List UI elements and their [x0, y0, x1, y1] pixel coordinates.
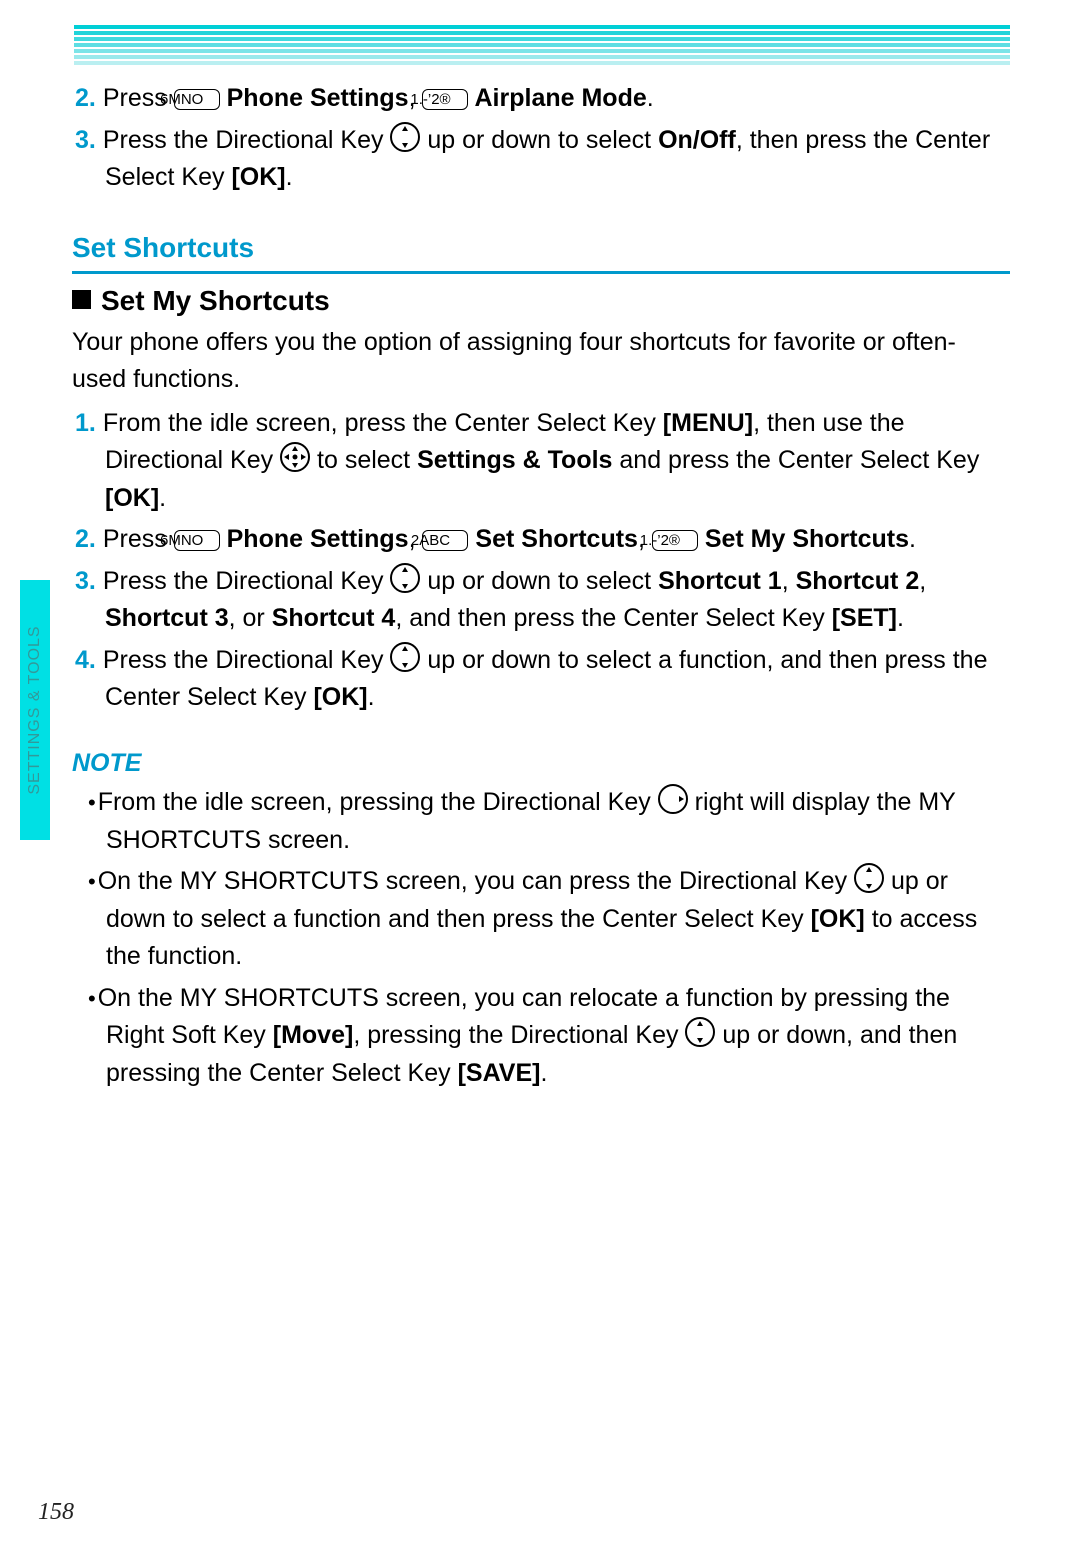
step-number: 2. [75, 525, 96, 553]
text: , [782, 567, 796, 595]
bold: [OK] [105, 484, 159, 512]
bold: [SET] [832, 604, 897, 632]
intro-paragraph: Your phone offers you the option of assi… [72, 324, 1010, 399]
dpad-updown-icon [854, 863, 884, 893]
text: and press the Center Select Key [612, 446, 979, 474]
key-1-icon: 1.-’2® [422, 89, 468, 110]
step-item: 3. Press the Directional Key up or down … [75, 122, 1010, 197]
side-tab: SETTINGS & TOOLS [20, 580, 50, 840]
key-2-icon: 2ABC [422, 530, 468, 551]
text: . [368, 683, 375, 711]
step-item: 2. Press 6MNO Phone Settings, 1.-’2® Air… [75, 80, 1010, 118]
bold: Phone Settings [220, 525, 409, 553]
dpad-updown-icon [685, 1017, 715, 1047]
text: , pressing the Directional Key [353, 1021, 685, 1049]
text: to select [310, 446, 417, 474]
key-6-icon: 6MNO [174, 89, 220, 110]
text: . [897, 604, 904, 632]
bullet-icon: • [88, 986, 96, 1011]
text: Press the Directional Key [103, 126, 391, 154]
bullet-icon: • [88, 869, 96, 894]
text: . [540, 1059, 547, 1087]
bold: On/Off [658, 126, 736, 154]
page-number: 158 [38, 1499, 74, 1526]
bold: [SAVE] [458, 1059, 541, 1087]
text: . [647, 84, 654, 112]
text: . [159, 484, 166, 512]
page-content: 2. Press 6MNO Phone Settings, 1.-’2® Air… [72, 80, 1010, 1096]
stripe [74, 55, 1010, 59]
stripe [74, 31, 1010, 35]
text: , and then press the Center Select Key [395, 604, 831, 632]
subheading-text: Set My Shortcuts [101, 285, 330, 316]
bold: Shortcut 2 [796, 567, 920, 595]
stripe [74, 61, 1010, 65]
step-number: 3. [75, 567, 96, 595]
step-item: 2. Press 6MNO Phone Settings, 2ABC Set S… [75, 521, 1010, 559]
note-item: •On the MY SHORTCUTS screen, you can rel… [80, 980, 1010, 1093]
side-tab-label: SETTINGS & TOOLS [26, 625, 44, 794]
airplane-mode-steps: 2. Press 6MNO Phone Settings, 1.-’2® Air… [75, 80, 1010, 197]
note-item: •On the MY SHORTCUTS screen, you can pre… [80, 863, 1010, 976]
text: , [919, 567, 926, 595]
note-list: •From the idle screen, pressing the Dire… [72, 784, 1010, 1092]
bold: [OK] [231, 163, 285, 191]
text: Press the Directional Key [103, 567, 391, 595]
bullet-icon: • [88, 790, 96, 815]
dpad-updown-icon [390, 563, 420, 593]
bold: Phone Settings [220, 84, 409, 112]
bold: [OK] [313, 683, 367, 711]
text: , or [229, 604, 272, 632]
bold: [OK] [811, 905, 865, 933]
bold: Shortcut 4 [272, 604, 396, 632]
step-number: 3. [75, 126, 96, 154]
key-1-icon: 1.-’2® [652, 530, 698, 551]
bold: Set Shortcuts [468, 525, 637, 553]
square-bullet-icon [72, 290, 91, 309]
dpad-updown-icon [390, 642, 420, 672]
text: up or down to select [420, 126, 658, 154]
subsection-heading: Set My Shortcuts [72, 280, 1010, 322]
note-heading: NOTE [72, 745, 1010, 783]
text: From the idle screen, pressing the Direc… [98, 788, 658, 816]
bold: [Move] [273, 1021, 354, 1049]
stripe [74, 37, 1010, 41]
step-item: 1. From the idle screen, press the Cente… [75, 405, 1010, 518]
stripe [74, 49, 1010, 53]
bold: Settings & Tools [417, 446, 612, 474]
text: On the MY SHORTCUTS screen, you can pres… [98, 867, 854, 895]
set-my-shortcuts-steps: 1. From the idle screen, press the Cente… [75, 405, 1010, 717]
bold: Airplane Mode [468, 84, 646, 112]
section-heading: Set Shortcuts [72, 227, 1010, 274]
dpad-right-icon [658, 784, 688, 814]
text: . [286, 163, 293, 191]
step-number: 4. [75, 646, 96, 674]
dpad-updown-icon [390, 122, 420, 152]
text: From the idle screen, press the Center S… [103, 409, 663, 437]
text: up or down to select [420, 567, 658, 595]
step-number: 1. [75, 409, 96, 437]
bold: Shortcut 1 [658, 567, 782, 595]
step-item: 3. Press the Directional Key up or down … [75, 563, 1010, 638]
bold: [MENU] [663, 409, 753, 437]
stripe [74, 25, 1010, 29]
header-stripes [74, 25, 1010, 65]
bold: Shortcut 3 [105, 604, 229, 632]
dpad-all-icon [280, 442, 310, 472]
note-item: •From the idle screen, pressing the Dire… [80, 784, 1010, 859]
step-number: 2. [75, 84, 96, 112]
text: . [909, 525, 916, 553]
stripe [74, 43, 1010, 47]
key-6-icon: 6MNO [174, 530, 220, 551]
bold: Set My Shortcuts [698, 525, 909, 553]
manual-page: SETTINGS & TOOLS 2. Press 6MNO Phone Set… [0, 0, 1080, 1566]
step-item: 4. Press the Directional Key up or down … [75, 642, 1010, 717]
text: Press the Directional Key [103, 646, 391, 674]
